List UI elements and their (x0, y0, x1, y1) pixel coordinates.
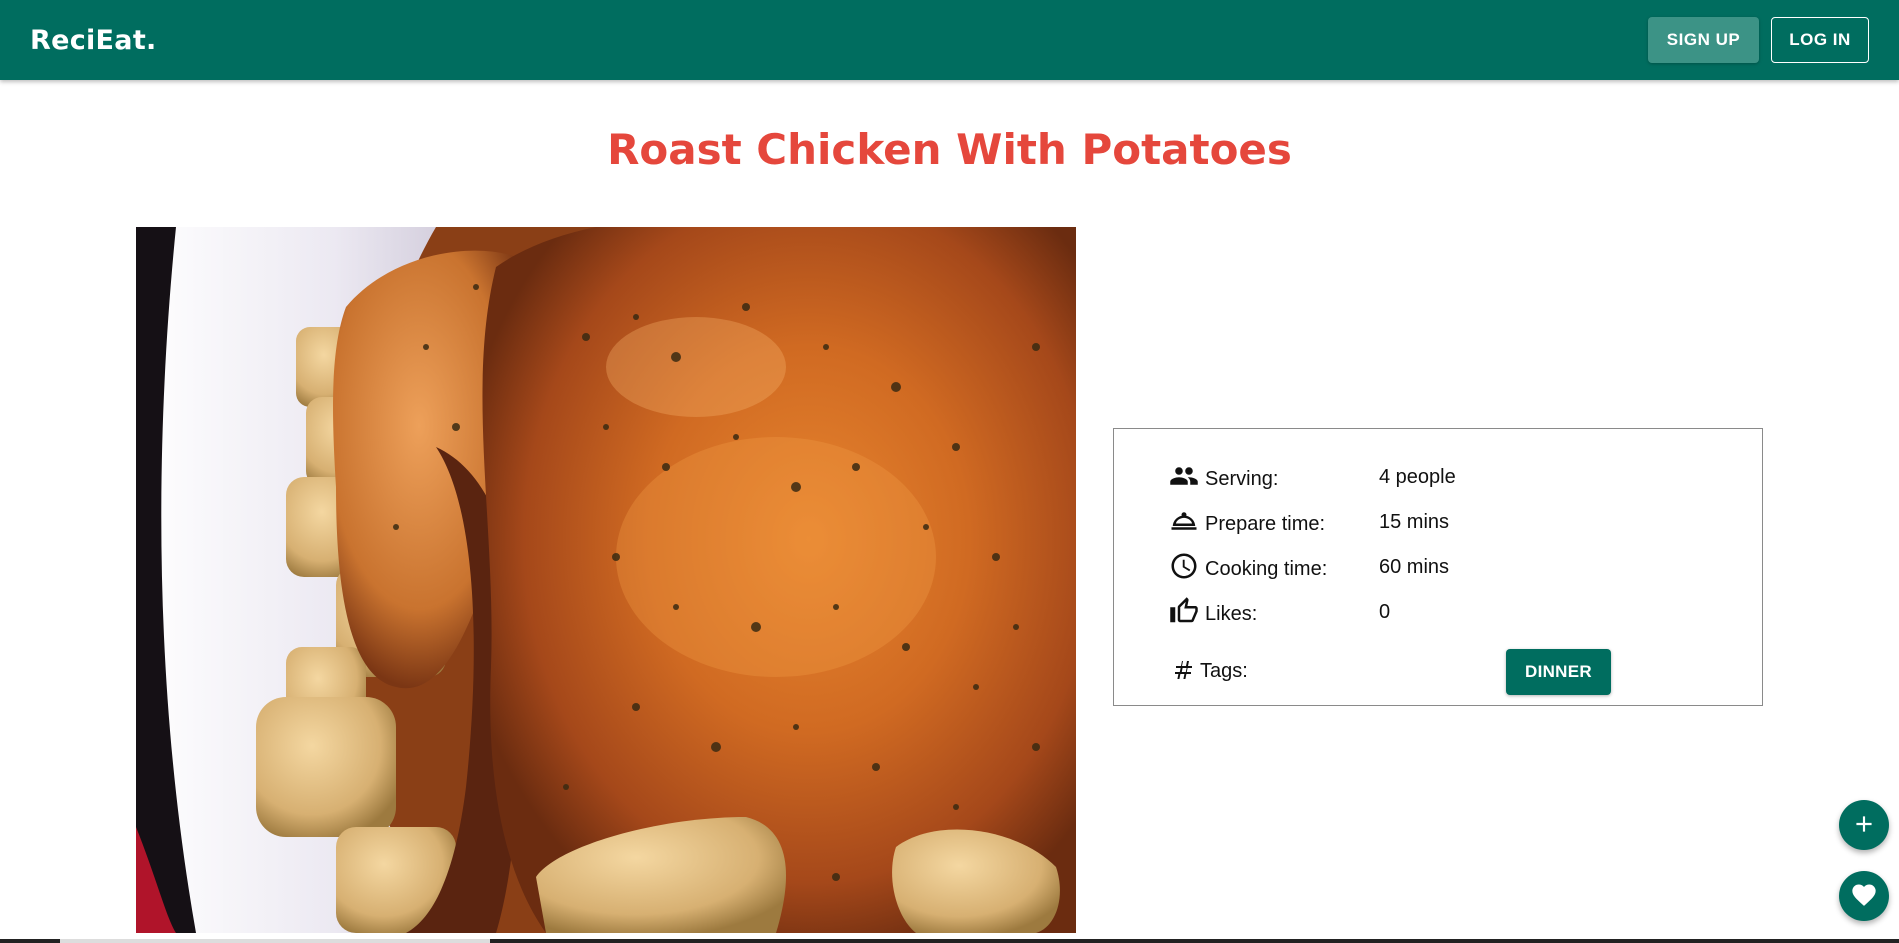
horizontal-scrollbar[interactable] (0, 939, 1899, 943)
auth-actions: SIGN UP LOG IN (1648, 17, 1869, 63)
plus-icon (1851, 811, 1877, 840)
serving-value: 4 people (1379, 466, 1456, 488)
prepare-time-label: Prepare time: (1205, 513, 1326, 535)
login-button[interactable]: LOG IN (1771, 17, 1869, 63)
likes-row: Likes: (1169, 596, 1257, 626)
hash-icon (1172, 657, 1196, 683)
top-navbar: ReciEat. SIGN UP LOG IN (0, 0, 1899, 80)
clock-icon (1169, 551, 1199, 581)
recipe-title: Roast Chicken With Potatoes (607, 125, 1292, 174)
serving-row: Serving: (1169, 461, 1278, 491)
recipe-photo (136, 227, 1076, 933)
likes-value: 0 (1379, 601, 1391, 623)
prepare-time-row: Prepare time: (1169, 506, 1325, 536)
signup-button[interactable]: SIGN UP (1648, 17, 1759, 63)
serving-label: Serving: (1205, 468, 1279, 490)
brand-logo[interactable]: ReciEat. (30, 25, 157, 56)
cooking-time-value: 60 mins (1379, 556, 1450, 578)
cooking-time-row: Cooking time: (1169, 551, 1327, 581)
dish-cover-icon (1169, 506, 1199, 536)
cooking-time-label: Cooking time: (1205, 558, 1328, 580)
tags-row: Tags: (1172, 657, 1248, 683)
likes-label: Likes: (1205, 603, 1258, 625)
heart-icon (1850, 881, 1878, 912)
recipe-info-card: Serving: 4 people Prepare time: 15 mins … (1113, 428, 1763, 706)
tags-label: Tags: (1200, 660, 1248, 682)
scrollbar-thumb[interactable] (60, 939, 490, 943)
add-recipe-button[interactable] (1839, 800, 1889, 850)
people-icon (1169, 461, 1199, 491)
tag-dinner[interactable]: DINNER (1506, 649, 1611, 695)
favorites-button[interactable] (1839, 871, 1889, 921)
thumbs-up-icon (1169, 596, 1199, 626)
prepare-time-value: 15 mins (1379, 511, 1450, 533)
